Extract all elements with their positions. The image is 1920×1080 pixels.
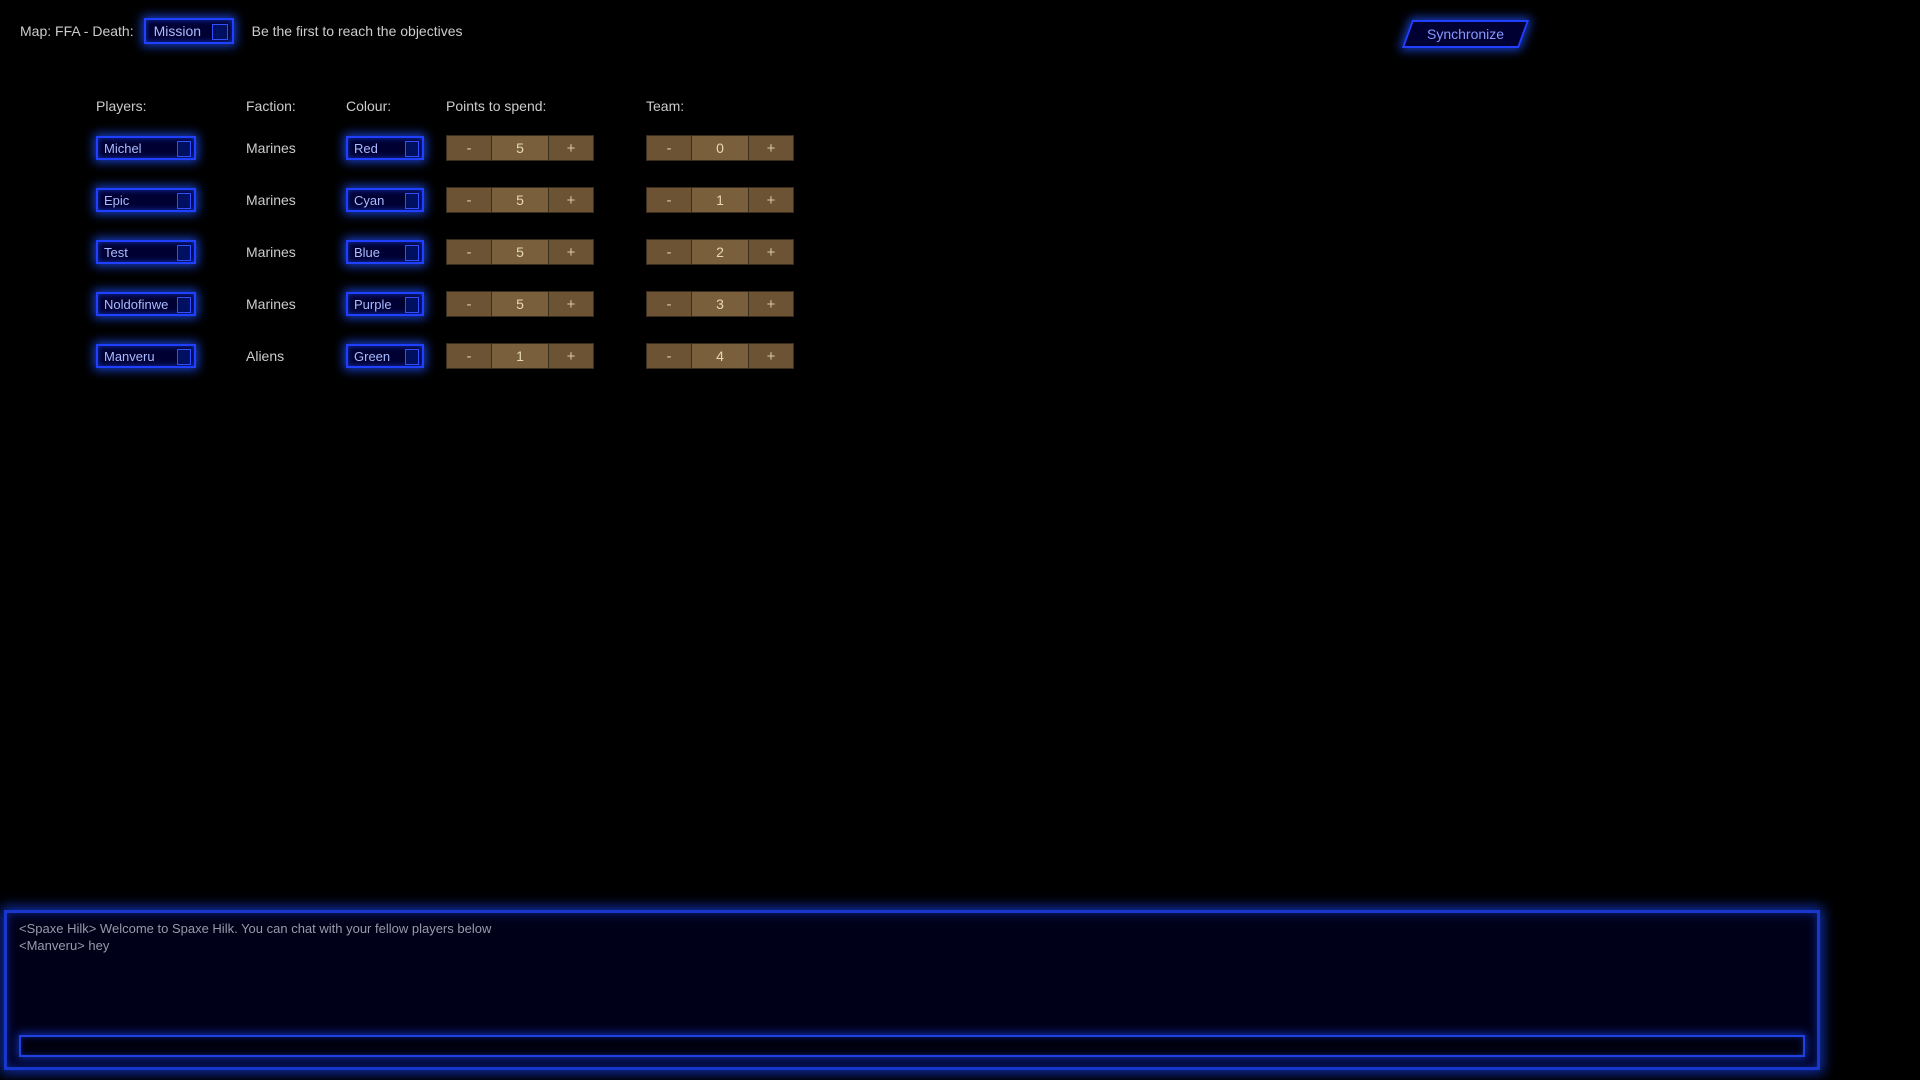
player-name-value: Michel	[104, 141, 142, 156]
player-name-select[interactable]: Michel	[96, 136, 196, 160]
team-minus-button[interactable]: -	[646, 135, 692, 161]
player-name-select[interactable]: Manveru	[96, 344, 196, 368]
header-players: Players:	[96, 98, 147, 114]
player-colour-value: Cyan	[354, 193, 384, 208]
player-name-select[interactable]: Noldofinwe	[96, 292, 196, 316]
team-stepper: - 0 +	[646, 135, 806, 161]
chat-line: <Manveru> hey	[19, 938, 1805, 955]
points-stepper: - 1 +	[446, 343, 646, 369]
team-plus-button[interactable]: +	[748, 135, 794, 161]
points-value: 1	[492, 343, 548, 369]
points-plus-button[interactable]: +	[548, 239, 594, 265]
top-bar: Map: FFA - Death: Mission Be the first t…	[20, 18, 463, 44]
team-value: 2	[692, 239, 748, 265]
player-name-select[interactable]: Test	[96, 240, 196, 264]
player-faction: Marines	[246, 192, 296, 208]
team-value: 1	[692, 187, 748, 213]
team-stepper: - 2 +	[646, 239, 806, 265]
synchronize-label: Synchronize	[1427, 26, 1504, 42]
player-row: Manveru Aliens Green - 1 + - 4 +	[96, 342, 806, 370]
team-plus-button[interactable]: +	[748, 291, 794, 317]
team-stepper: - 1 +	[646, 187, 806, 213]
player-faction: Aliens	[246, 348, 284, 364]
team-value: 0	[692, 135, 748, 161]
player-faction: Marines	[246, 244, 296, 260]
points-plus-button[interactable]: +	[548, 187, 594, 213]
points-plus-button[interactable]: +	[548, 343, 594, 369]
player-row: Michel Marines Red - 5 + - 0 +	[96, 134, 806, 162]
points-value: 5	[492, 291, 548, 317]
map-label: Map: FFA - Death:	[20, 23, 134, 39]
player-name-value: Manveru	[104, 349, 155, 364]
mission-description: Be the first to reach the objectives	[252, 23, 463, 39]
player-colour-value: Green	[354, 349, 390, 364]
chat-input[interactable]	[19, 1035, 1805, 1057]
points-stepper: - 5 +	[446, 291, 646, 317]
team-stepper: - 3 +	[646, 291, 806, 317]
team-plus-button[interactable]: +	[748, 187, 794, 213]
team-minus-button[interactable]: -	[646, 343, 692, 369]
player-colour-value: Purple	[354, 297, 392, 312]
points-stepper: - 5 +	[446, 187, 646, 213]
chat-line: <Spaxe Hilk> Welcome to Spaxe Hilk. You …	[19, 921, 1805, 938]
points-value: 5	[492, 135, 548, 161]
chat-panel: <Spaxe Hilk> Welcome to Spaxe Hilk. You …	[4, 910, 1820, 1070]
team-stepper: - 4 +	[646, 343, 806, 369]
player-name-value: Test	[104, 245, 128, 260]
points-value: 5	[492, 187, 548, 213]
points-minus-button[interactable]: -	[446, 135, 492, 161]
chat-log: <Spaxe Hilk> Welcome to Spaxe Hilk. You …	[19, 921, 1805, 1035]
player-colour-select[interactable]: Cyan	[346, 188, 424, 212]
points-minus-button[interactable]: -	[446, 291, 492, 317]
player-faction: Marines	[246, 296, 296, 312]
header-points: Points to spend:	[446, 98, 546, 114]
synchronize-button[interactable]: Synchronize	[1402, 20, 1529, 48]
player-name-value: Noldofinwe	[104, 297, 168, 312]
team-plus-button[interactable]: +	[748, 343, 794, 369]
team-minus-button[interactable]: -	[646, 187, 692, 213]
players-area: Players: Faction: Colour: Points to spen…	[96, 98, 806, 394]
player-name-select[interactable]: Epic	[96, 188, 196, 212]
player-faction: Marines	[246, 140, 296, 156]
points-minus-button[interactable]: -	[446, 239, 492, 265]
team-plus-button[interactable]: +	[748, 239, 794, 265]
header-colour: Colour:	[346, 98, 391, 114]
team-value: 4	[692, 343, 748, 369]
player-row: Test Marines Blue - 5 + - 2 +	[96, 238, 806, 266]
player-colour-select[interactable]: Blue	[346, 240, 424, 264]
points-value: 5	[492, 239, 548, 265]
points-minus-button[interactable]: -	[446, 187, 492, 213]
points-minus-button[interactable]: -	[446, 343, 492, 369]
player-name-value: Epic	[104, 193, 129, 208]
team-minus-button[interactable]: -	[646, 291, 692, 317]
team-value: 3	[692, 291, 748, 317]
points-plus-button[interactable]: +	[548, 135, 594, 161]
points-stepper: - 5 +	[446, 239, 646, 265]
player-colour-select[interactable]: Purple	[346, 292, 424, 316]
player-colour-value: Blue	[354, 245, 380, 260]
points-plus-button[interactable]: +	[548, 291, 594, 317]
team-minus-button[interactable]: -	[646, 239, 692, 265]
column-headers: Players: Faction: Colour: Points to spen…	[96, 98, 806, 114]
player-colour-value: Red	[354, 141, 378, 156]
header-faction: Faction:	[246, 98, 296, 114]
player-row: Epic Marines Cyan - 5 + - 1 +	[96, 186, 806, 214]
player-colour-select[interactable]: Red	[346, 136, 424, 160]
mission-select-value: Mission	[154, 23, 201, 39]
header-team: Team:	[646, 98, 684, 114]
player-row: Noldofinwe Marines Purple - 5 + - 3 +	[96, 290, 806, 318]
mission-select[interactable]: Mission	[144, 18, 234, 44]
points-stepper: - 5 +	[446, 135, 646, 161]
player-colour-select[interactable]: Green	[346, 344, 424, 368]
